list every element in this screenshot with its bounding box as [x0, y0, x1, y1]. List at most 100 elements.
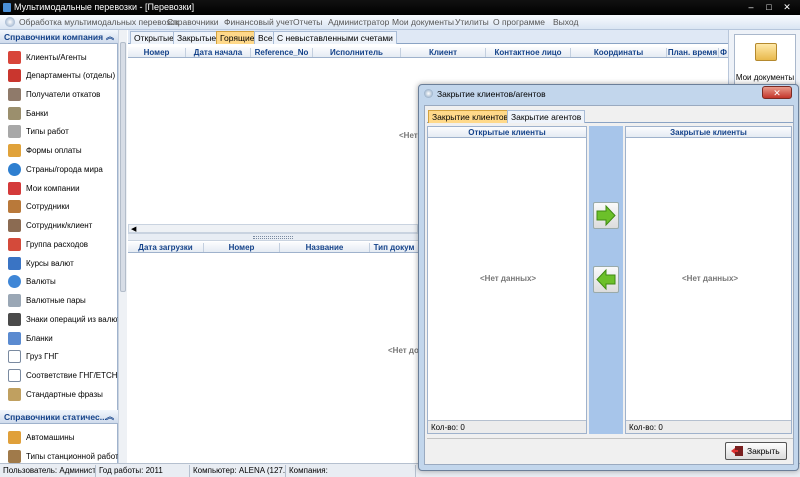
- sidebar-item-countries[interactable]: Страны/города мира: [0, 161, 118, 179]
- menu-exit[interactable]: Выход: [553, 17, 578, 27]
- close-button[interactable]: Закрыть: [725, 442, 787, 460]
- sidebar-item-label: Знаки операций из валют...: [26, 315, 118, 324]
- sidebar-scrollbar[interactable]: [118, 30, 127, 463]
- sidebar-item-label: Получатели откатов: [26, 90, 101, 99]
- sidebar-item-gng-etsng[interactable]: Соответствие ГНГ/ЕТСНГ: [0, 367, 118, 385]
- forms-icon: [8, 332, 21, 345]
- menu-reports[interactable]: Отчеты: [293, 17, 322, 27]
- column-header[interactable]: Ф: [719, 48, 728, 57]
- close-button-label: Закрыть: [747, 446, 780, 456]
- chevron-up-icon[interactable]: ︽: [106, 411, 114, 422]
- transfer-buttons-strip: [589, 126, 623, 434]
- close-window-button[interactable]: ✕: [780, 2, 794, 13]
- calculator-icon: [8, 313, 21, 326]
- sidebar-item-vehicles[interactable]: Автомашины: [0, 429, 118, 447]
- maximize-button[interactable]: □: [762, 2, 776, 13]
- sidebar-item-expense-group[interactable]: Группа расходов: [0, 236, 118, 254]
- tab-open[interactable]: Открытые: [130, 31, 178, 44]
- menu-multimodal[interactable]: Обработка мультимодальных перевозок: [19, 17, 179, 27]
- sidebar-item-standard-phrases[interactable]: Стандартные фразы: [0, 386, 118, 404]
- companies-icon: [8, 182, 21, 195]
- top-grid-header: Номер Дата начала Reference_No Исполните…: [128, 47, 728, 58]
- tab-close-clients[interactable]: Закрытие клиентов: [428, 110, 513, 123]
- bank-icon: [8, 107, 21, 120]
- menu-utilities[interactable]: Утилиты: [455, 17, 489, 27]
- tab-close-agents[interactable]: Закрытие агентов: [507, 110, 586, 123]
- sidebar-item-label: Курсы валют: [26, 259, 74, 268]
- sidebar-item-banks[interactable]: Банки: [0, 105, 118, 123]
- my-documents-button[interactable]: Мои документы: [734, 34, 796, 86]
- closed-clients-empty: <Нет данных>: [682, 274, 739, 283]
- menu-finance[interactable]: Финансовый учет: [224, 17, 293, 27]
- sidebar-item-payment-forms[interactable]: Формы оплаты: [0, 142, 118, 160]
- sidebar-item-cargo-gng[interactable]: Груз ГНГ: [0, 348, 118, 366]
- sidebar-item-work-types[interactable]: Типы работ: [0, 123, 118, 141]
- column-header[interactable]: Контактное лицо: [486, 48, 571, 57]
- scrollbar-thumb[interactable]: [120, 42, 126, 292]
- employee-client-icon: [8, 219, 21, 232]
- move-left-button[interactable]: [593, 266, 619, 293]
- sidebar-group-label: Справочники компания: [4, 32, 104, 42]
- tab-uninvoiced[interactable]: С невыставленными счетами: [273, 31, 397, 44]
- move-right-button[interactable]: [593, 202, 619, 229]
- menu-admin[interactable]: Администратор: [328, 17, 389, 27]
- sidebar-item-departments[interactable]: Департаменты (отделы): [0, 67, 118, 85]
- menu-about[interactable]: О программе: [493, 17, 545, 27]
- sidebar-item-employee-client[interactable]: Сотрудник/клиент: [0, 217, 118, 235]
- sidebar-item-employees[interactable]: Сотрудники: [0, 198, 118, 216]
- sidebar-group-company-header[interactable]: Справочники компания ︽: [0, 30, 118, 44]
- sidebar-item-clients[interactable]: Клиенты/Агенты: [0, 49, 118, 67]
- column-header[interactable]: Reference_No: [251, 48, 313, 57]
- column-header[interactable]: Клиент: [401, 48, 486, 57]
- dialog-close-button[interactable]: ✕: [762, 86, 792, 99]
- top-grid-hscrollbar[interactable]: ◀: [128, 224, 418, 233]
- column-header[interactable]: Номер: [204, 243, 280, 252]
- sidebar-item-my-companies[interactable]: Мои компании: [0, 180, 118, 198]
- document-icon: [8, 350, 21, 363]
- column-header[interactable]: Дата загрузки: [128, 243, 204, 252]
- sidebar-item-operation-signs[interactable]: Знаки операций из валют...: [0, 311, 118, 329]
- sidebar-item-exchange-rates[interactable]: Курсы валют: [0, 255, 118, 273]
- currency-pairs-icon: [8, 294, 21, 307]
- app-menu-icon[interactable]: [5, 17, 15, 27]
- column-header[interactable]: Исполнитель: [313, 48, 401, 57]
- grid-splitter[interactable]: [128, 233, 418, 241]
- sidebar-item-label: Департаменты (отделы): [26, 71, 116, 80]
- column-header[interactable]: Название: [280, 243, 370, 252]
- sidebar-item-forms[interactable]: Бланки: [0, 330, 118, 348]
- tab-hot[interactable]: Горящие: [216, 31, 259, 44]
- menu-bar: Обработка мультимодальных перевозок Спра…: [0, 15, 800, 30]
- tab-closed[interactable]: Закрытые: [173, 31, 221, 44]
- sidebar-item-currency-pairs[interactable]: Валютные пары: [0, 292, 118, 310]
- departments-icon: [8, 69, 21, 82]
- column-header[interactable]: Тип докум: [370, 243, 418, 252]
- open-clients-count: Кол-во: 0: [428, 420, 586, 433]
- menu-my-documents[interactable]: Мои документы: [392, 17, 454, 27]
- employees-icon: [8, 200, 21, 213]
- status-year: Год работы: 2011: [96, 465, 190, 477]
- bottom-grid-header: Дата загрузки Номер Название Тип докум: [128, 242, 418, 253]
- sidebar-item-label: Груз ГНГ: [26, 352, 59, 361]
- column-header[interactable]: Дата начала: [186, 48, 251, 57]
- sidebar-group-static-header[interactable]: Справочники статичес... ︽: [0, 410, 118, 424]
- dialog-body: Закрытие клиентов Закрытие агентов Откры…: [424, 105, 794, 465]
- status-user: Пользователь: Администрат: [0, 465, 96, 477]
- column-header[interactable]: Номер: [128, 48, 186, 57]
- splitter-grip[interactable]: [253, 236, 293, 239]
- closed-clients-list[interactable]: Закрытые клиенты <Нет данных> Кол-во: 0: [625, 126, 792, 434]
- sidebar-group-label: Справочники статичес...: [4, 412, 107, 422]
- arrow-left-icon[interactable]: ◀: [131, 225, 136, 233]
- column-header[interactable]: Координаты: [571, 48, 667, 57]
- chevron-up-icon[interactable]: ︽: [106, 31, 114, 42]
- menu-references[interactable]: Справочники: [167, 17, 219, 27]
- sidebar-item-kickback-recipients[interactable]: Получатели откатов: [0, 86, 118, 104]
- folder-icon: [755, 43, 777, 61]
- sidebar-item-label: Мои компании: [26, 184, 80, 193]
- sidebar-item-currencies[interactable]: Валюты: [0, 273, 118, 291]
- sidebar-item-label: Клиенты/Агенты: [26, 53, 87, 62]
- main-tab-strip: Открытые Закрытые Горящие Все С невыстав…: [128, 30, 728, 44]
- open-clients-list[interactable]: Открытые клиенты <Нет данных> Кол-во: 0: [427, 126, 587, 434]
- column-header[interactable]: План. время: [667, 48, 719, 57]
- minimize-button[interactable]: –: [744, 2, 758, 13]
- exit-door-icon: [731, 446, 743, 456]
